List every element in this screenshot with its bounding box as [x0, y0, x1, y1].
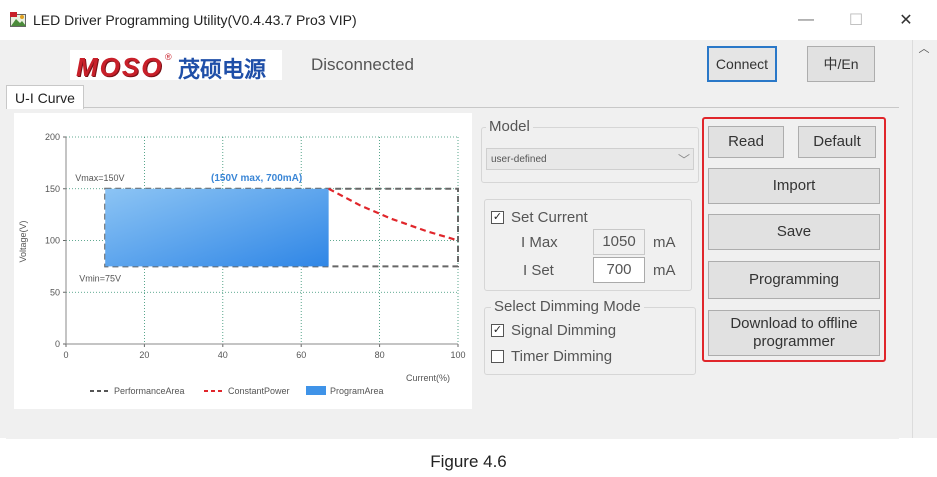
- window-title: LED Driver Programming Utility(V0.4.43.7…: [33, 12, 357, 28]
- chart-legend: PerformanceArea ConstantPower ProgramArea: [90, 386, 384, 396]
- y-tick-label: 0: [55, 339, 60, 349]
- vertical-scrollbar[interactable]: [913, 40, 937, 438]
- brand-logo-latin: MOSO: [76, 52, 164, 82]
- app-icon: [10, 12, 26, 27]
- timer-dimming-checkbox[interactable]: [491, 350, 504, 363]
- download-offline-button[interactable]: Download to offline programmer: [708, 310, 880, 356]
- program-area: [105, 188, 329, 267]
- set-current-checkbox[interactable]: ✓: [491, 211, 504, 224]
- scroll-up-icon[interactable]: ︿: [913, 40, 935, 56]
- iset-label: I Set: [523, 262, 554, 279]
- y-axis-label: Voltage(V): [18, 220, 28, 262]
- signal-dimming-label: Signal Dimming: [511, 322, 617, 339]
- imax-label: I Max: [521, 234, 558, 251]
- timer-dimming-label: Timer Dimming: [511, 348, 613, 365]
- default-button[interactable]: Default: [798, 126, 876, 158]
- dimming-group-label: Select Dimming Mode: [491, 298, 644, 315]
- x-axis-label: Current(%): [406, 373, 450, 383]
- x-tick-label: 80: [375, 350, 385, 360]
- tab-ui-curve[interactable]: U-I Curve: [6, 85, 84, 109]
- y-tick-label: 150: [45, 184, 60, 194]
- save-button[interactable]: Save: [708, 214, 880, 250]
- iset-field[interactable]: 700: [593, 257, 645, 283]
- iset-unit: mA: [653, 262, 676, 279]
- download-offline-label-line2: programmer: [753, 333, 835, 350]
- language-toggle-button[interactable]: 中/En: [807, 46, 875, 82]
- minimize-button[interactable]: —: [786, 6, 826, 34]
- legend-label: PerformanceArea: [114, 386, 185, 396]
- read-button[interactable]: Read: [708, 126, 784, 158]
- programming-button[interactable]: Programming: [708, 261, 880, 299]
- maximize-icon: ☐: [848, 12, 864, 29]
- download-offline-label-line1: Download to offline: [730, 315, 858, 332]
- x-tick-label: 20: [139, 350, 149, 360]
- x-tick-label: 100: [450, 350, 465, 360]
- imax-field: 1050: [593, 229, 645, 255]
- minimize-icon: —: [798, 11, 814, 28]
- vmin-annotation: Vmin=75V: [79, 273, 121, 283]
- peak-annotation: (150V max, 700mA): [211, 173, 302, 184]
- y-tick-label: 100: [45, 236, 60, 246]
- close-icon: ✕: [899, 12, 913, 29]
- ui-curve-chart: 0 20 40 60 80 100 0 50 100 150 200 Voltage(V) Curr…: [18, 132, 466, 396]
- chevron-down-icon[interactable]: ﹀: [676, 150, 692, 168]
- import-button[interactable]: Import: [708, 168, 880, 204]
- legend-swatch-program-area: [306, 386, 326, 395]
- legend-label: ConstantPower: [228, 386, 290, 396]
- connection-status: Disconnected: [311, 55, 415, 74]
- checkmark-icon: ✓: [492, 324, 503, 336]
- x-tick-label: 40: [218, 350, 228, 360]
- x-tick-label: 0: [63, 350, 68, 360]
- imax-unit: mA: [653, 234, 676, 251]
- figure-caption: Figure 4.6: [430, 452, 507, 471]
- model-group-label: Model: [486, 118, 533, 135]
- set-current-label: Set Current: [511, 209, 588, 226]
- vmax-annotation: Vmax=150V: [75, 173, 124, 183]
- checkmark-icon: ✓: [492, 211, 503, 223]
- constant-power-line: [328, 187, 459, 242]
- y-tick-label: 200: [45, 132, 60, 142]
- x-tick-label: 60: [296, 350, 306, 360]
- model-select[interactable]: user-defined: [486, 148, 694, 170]
- maximize-button[interactable]: ☐: [836, 6, 876, 34]
- legend-label: ProgramArea: [330, 386, 384, 396]
- signal-dimming-checkbox[interactable]: ✓: [491, 324, 504, 337]
- brand-logo-cn: 茂硕电源: [178, 57, 267, 82]
- connect-button[interactable]: Connect: [707, 46, 777, 82]
- y-tick-label: 50: [50, 287, 60, 297]
- brand-logo-reg: ®: [165, 52, 172, 62]
- close-button[interactable]: ✕: [886, 6, 926, 34]
